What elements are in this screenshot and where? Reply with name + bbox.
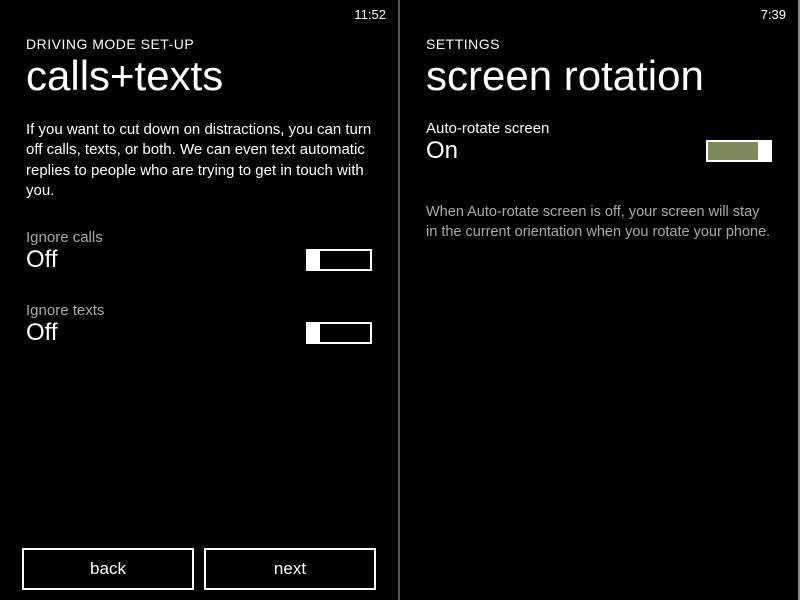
help-text: When Auto-rotate screen is off, your scr… (426, 203, 772, 242)
app-bar: back next (0, 540, 398, 600)
setting-label: Auto-rotate screen (426, 120, 772, 137)
setting-label: Ignore texts (26, 302, 372, 319)
driving-mode-screen: 11:52 DRIVING MODE SET-UP calls+texts If… (0, 0, 400, 600)
setting-auto-rotate: Auto-rotate screen On (426, 120, 772, 165)
page-title: screen rotation (426, 54, 772, 98)
toggle-handle (308, 324, 320, 342)
toggle-handle (758, 140, 772, 162)
setting-ignore-calls: Ignore calls Off (26, 229, 372, 274)
setting-value-row: Off (26, 246, 372, 274)
setting-value-row: Off (26, 319, 372, 347)
status-bar: 11:52 (0, 0, 398, 24)
setting-label: Ignore calls (26, 229, 372, 246)
next-button[interactable]: next (204, 548, 376, 590)
status-bar: 7:39 (400, 0, 798, 24)
status-time: 7:39 (761, 7, 786, 22)
content-area: DRIVING MODE SET-UP calls+texts If you w… (0, 24, 398, 540)
auto-rotate-toggle[interactable] (706, 140, 772, 162)
setting-ignore-texts: Ignore texts Off (26, 302, 372, 347)
toggle-handle (308, 251, 320, 269)
page-title: calls+texts (26, 54, 372, 98)
setting-value-text: Off (26, 246, 58, 274)
setting-value-text: On (426, 137, 458, 165)
toggle-fill (708, 142, 758, 160)
setting-value-row: On (426, 137, 772, 165)
screen-rotation-screen: 7:39 SETTINGS screen rotation Auto-rotat… (400, 0, 798, 600)
breadcrumb: SETTINGS (426, 36, 772, 52)
page-description: If you want to cut down on distractions,… (26, 120, 372, 201)
back-button[interactable]: back (22, 548, 194, 590)
status-time: 11:52 (354, 7, 386, 22)
ignore-calls-toggle[interactable] (306, 249, 372, 271)
breadcrumb: DRIVING MODE SET-UP (26, 36, 372, 52)
setting-value-text: Off (26, 319, 58, 347)
ignore-texts-toggle[interactable] (306, 322, 372, 344)
content-area: SETTINGS screen rotation Auto-rotate scr… (400, 24, 798, 600)
